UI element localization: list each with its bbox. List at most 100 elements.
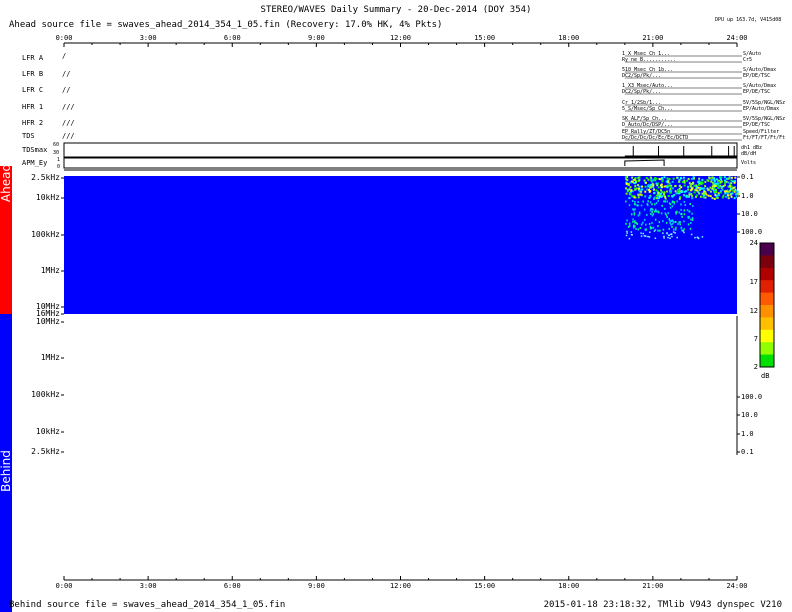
spectrogram-pixel (725, 195, 728, 198)
spectrogram-pixel (683, 213, 686, 216)
spectrogram-pixel (691, 188, 694, 191)
spectrogram-pixel (723, 179, 726, 182)
spectrogram-pixel (626, 232, 628, 234)
spectrogram-pixel (681, 215, 683, 218)
spectrogram-pixel (640, 194, 643, 197)
spectrogram-pixel (649, 231, 651, 233)
spectrogram-pixel (678, 197, 681, 200)
spectrogram-pixel (626, 190, 629, 193)
spectrogram-pixel (653, 188, 655, 191)
spectrogram-pixel (661, 180, 664, 183)
spectrogram-pixel (711, 197, 714, 200)
spectrogram-pixel (711, 187, 714, 190)
right-axis-label: 100.0 (741, 393, 763, 401)
spectrogram-pixel (721, 196, 724, 199)
colorbar-unit: dB (761, 372, 770, 380)
spectrogram-pixel (678, 180, 681, 183)
spectrogram-pixel (691, 217, 694, 219)
spectrogram-pixel (650, 178, 653, 181)
spectrogram-pixel (666, 186, 669, 189)
spectrogram-pixel (632, 218, 634, 221)
spectrogram-pixel (645, 235, 647, 237)
frequency-label: 100kHz (31, 230, 60, 239)
spectrogram-pixel (674, 185, 677, 187)
spectrogram-pixel (661, 186, 663, 189)
spectrogram-pixel (651, 210, 653, 213)
spectrogram-pixel (655, 202, 658, 205)
spectrogram-pixel (709, 186, 712, 189)
spectrogram-pixel (693, 191, 696, 194)
spectrogram-pixel (648, 222, 651, 225)
spectrogram-pixel (649, 176, 652, 179)
spectrogram-pixel (724, 184, 726, 187)
spectrogram-pixel (701, 236, 704, 238)
spectrogram-pixel (717, 194, 720, 197)
spectrogram-pixel (630, 189, 633, 192)
spectrogram-pixel (683, 190, 686, 193)
spectrogram-pixel (730, 179, 733, 182)
spectrogram-pixel (625, 234, 628, 237)
spectrogram-pixel (697, 183, 700, 186)
frequency-label: 1MHz (40, 353, 60, 362)
spectrogram-pixel (625, 192, 628, 195)
spectrogram-pixel (630, 231, 633, 233)
colorbar-segment (760, 292, 774, 306)
spectrogram-pixel (694, 236, 696, 239)
spectrogram-pixel (643, 208, 646, 211)
spectrogram-pixel (640, 188, 643, 191)
spectrogram-pixel (639, 227, 642, 229)
spectrogram-pixel (691, 218, 694, 221)
spectrogram-pixel (637, 193, 640, 196)
right-axis-label: 100.0 (741, 228, 763, 236)
spectrogram-pixel (728, 190, 730, 193)
spectrogram-pixel (634, 187, 636, 190)
spectrogram-pixel (683, 176, 685, 179)
spectrogram-pixel (635, 222, 638, 225)
spectrogram-pixel (690, 233, 693, 236)
spectrogram-pixel (725, 177, 728, 180)
spectrogram-pixel (674, 190, 677, 193)
spectrogram-pixel (679, 223, 681, 226)
spectrogram-plot (61, 42, 775, 581)
spectrogram-pixel (730, 182, 733, 185)
spectrogram-pixel (720, 186, 723, 188)
spectrogram-pixel (669, 237, 671, 239)
spectrogram-pixel (665, 180, 668, 183)
spectrogram-pixel (680, 176, 682, 179)
spectrogram-pixel (648, 188, 650, 191)
spectrogram-pixel (625, 182, 628, 185)
spectrogram-pixel (632, 208, 634, 211)
spectrogram-pixel (625, 222, 627, 225)
spectrogram-pixel (668, 182, 671, 185)
spectrogram-pixel (669, 203, 672, 206)
spectrogram-pixel (643, 235, 646, 237)
spectrogram-pixel (661, 177, 663, 179)
spectrogram-pixel (664, 207, 666, 210)
spectrogram-pixel (683, 231, 685, 234)
spectrogram-pixel (641, 185, 644, 188)
spectrogram-pixel (652, 185, 655, 188)
spectrogram-pixel (644, 229, 647, 232)
spectrogram-pixel (662, 220, 664, 223)
spectrogram-pixel (691, 194, 694, 197)
spectrogram-pixel (672, 231, 675, 233)
colorbar-segment (760, 317, 774, 331)
spectrogram-pixel (704, 196, 707, 199)
spectrogram-pixel (652, 226, 655, 229)
spectrogram-pixel (674, 228, 677, 231)
spectrogram-pixel (631, 200, 634, 202)
right-axis-label: 10.0 (741, 411, 758, 419)
spectrogram-pixel (733, 181, 736, 184)
spectrogram-pixel (683, 184, 686, 187)
spectrogram-pixel (651, 180, 654, 183)
spectrogram-pixel (676, 210, 678, 213)
spectrogram-pixel (649, 186, 652, 189)
spectrogram-pixel (637, 187, 640, 190)
spectrogram-pixel (713, 184, 716, 187)
spectrogram-pixel (692, 182, 695, 185)
spectrogram-pixel (664, 200, 666, 203)
spectrogram-pixel (663, 235, 665, 238)
spectrogram-pixel (732, 186, 735, 189)
spectrogram-pixel (645, 223, 647, 226)
spectrogram-pixel (649, 195, 652, 198)
